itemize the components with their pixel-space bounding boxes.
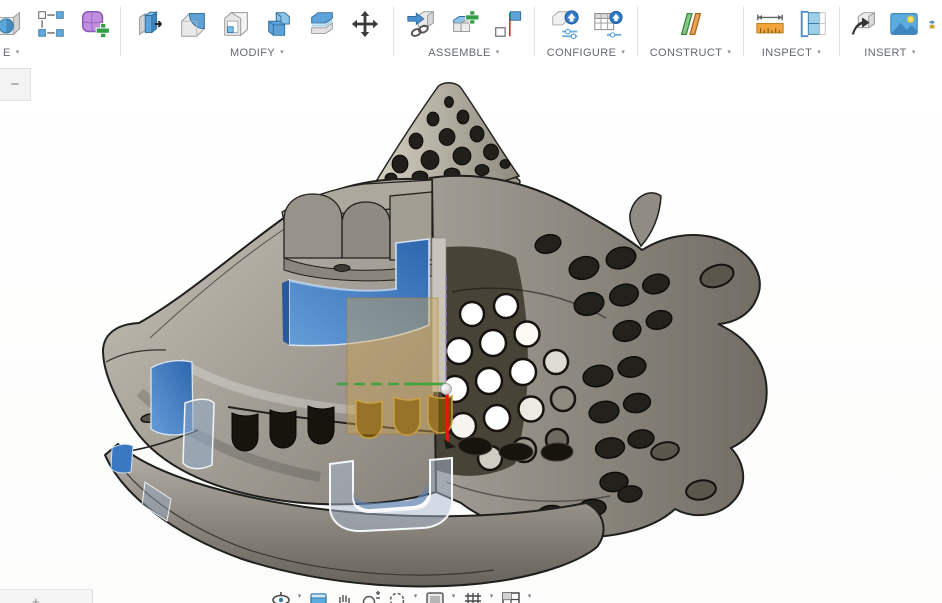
grid-and-snaps-icon[interactable]	[460, 587, 485, 603]
chevron-down-icon[interactable]: ▾	[448, 587, 459, 600]
chevron-down-icon[interactable]: ▾	[486, 587, 497, 600]
create-label-text: E	[3, 47, 11, 59]
construction-plane-icon[interactable]	[673, 6, 709, 42]
chevron-down-icon: ▾	[912, 48, 916, 56]
chevron-down-icon: ▾	[16, 48, 20, 56]
chevron-down-icon: ▾	[817, 48, 821, 56]
chevron-down-icon: ▾	[496, 48, 500, 56]
insert-component-icon[interactable]	[403, 6, 439, 42]
selection-overlay	[337, 276, 456, 449]
canvas-icon[interactable]	[887, 6, 921, 42]
zoom-icon[interactable]	[358, 587, 383, 603]
toolbar-group-insert: INSERT ▾	[840, 0, 940, 62]
viewports-icon[interactable]	[498, 587, 523, 603]
view-navigation-bar: ▾ ▾ ▾ ▾ ▾	[268, 587, 535, 603]
selected-face-edge[interactable]	[282, 280, 289, 345]
main-toolbar: E ▾	[0, 0, 942, 63]
create-form-icon[interactable]	[76, 6, 112, 42]
selected-face-left-small[interactable]	[111, 444, 133, 473]
orbit-icon[interactable]	[268, 587, 293, 603]
insert-fastener-icon[interactable]	[928, 6, 940, 42]
toolbar-group-construct-label[interactable]: CONSTRUCT ▾	[638, 44, 743, 62]
toolbar-group-assemble-label[interactable]: ASSEMBLE ▾	[394, 44, 534, 62]
joint-icon[interactable]	[489, 6, 525, 42]
toolbar-group-create: E ▾	[0, 0, 120, 62]
toolbar-group-inspect: INSPECT ▾	[744, 0, 839, 62]
derive-icon[interactable]	[846, 6, 880, 42]
look-at-icon[interactable]	[306, 587, 331, 603]
viewport-canvas[interactable]: − + ▾ ▾ ▾	[0, 62, 942, 603]
measure-icon[interactable]	[752, 6, 788, 42]
toolbar-group-insert-label[interactable]: INSERT ▾	[840, 44, 940, 62]
combine-icon[interactable]	[261, 6, 297, 42]
construct-label-text: CONSTRUCT	[650, 47, 723, 59]
model-perforated-plate[interactable]	[430, 176, 767, 538]
configure-icon[interactable]	[547, 6, 583, 42]
manipulator-origin-handle[interactable]	[441, 384, 452, 395]
chevron-down-icon: ▾	[727, 48, 731, 56]
chevron-down-icon[interactable]: ▾	[524, 587, 535, 600]
split-body-icon[interactable]	[304, 6, 340, 42]
toolbar-group-assemble: ASSEMBLE ▾	[394, 0, 534, 62]
shell-icon[interactable]	[218, 6, 254, 42]
selection-box-overlay	[347, 298, 438, 434]
timeline-expand-panel[interactable]: +	[0, 589, 93, 603]
move-icon[interactable]	[347, 6, 383, 42]
toolbar-group-modify: MODIFY ▾	[121, 0, 393, 62]
toolbar-group-modify-label[interactable]: MODIFY ▾	[121, 44, 393, 62]
fillet-icon[interactable]	[175, 6, 211, 42]
configuration-table-icon[interactable]	[590, 6, 626, 42]
chevron-down-icon: ▾	[621, 48, 625, 56]
new-component-icon[interactable]	[446, 6, 482, 42]
rectangular-pattern-icon[interactable]	[33, 6, 69, 42]
toolbar-group-configure: CONFIGURE ▾	[535, 0, 637, 62]
chevron-down-icon[interactable]: ▾	[294, 587, 305, 600]
toolbar-group-construct: CONSTRUCT ▾	[638, 0, 743, 62]
pan-icon[interactable]	[332, 587, 357, 603]
display-settings-icon[interactable]	[422, 587, 447, 603]
model-fin	[630, 193, 661, 246]
toolbar-group-create-label[interactable]: E ▾	[0, 44, 120, 62]
press-pull-icon[interactable]	[132, 6, 168, 42]
toolbar-group-configure-label[interactable]: CONFIGURE ▾	[535, 44, 637, 62]
chevron-down-icon: ▾	[280, 48, 284, 56]
assemble-label-text: ASSEMBLE	[428, 47, 491, 59]
timeline-expand-label: +	[32, 594, 40, 603]
inspect-label-text: INSPECT	[762, 47, 812, 59]
browser-collapse-button[interactable]: −	[0, 68, 31, 101]
chevron-down-icon[interactable]: ▾	[410, 587, 421, 600]
fit-icon[interactable]	[384, 587, 409, 603]
hole-icon[interactable]	[0, 6, 26, 42]
section-analysis-icon[interactable]	[795, 6, 831, 42]
preselect-face[interactable]	[183, 399, 214, 468]
configure-label-text: CONFIGURE	[547, 47, 617, 59]
modify-label-text: MODIFY	[230, 47, 275, 59]
toolbar-group-inspect-label[interactable]: INSPECT ▾	[744, 44, 839, 62]
insert-label-text: INSERT	[864, 47, 907, 59]
model-3d[interactable]	[0, 62, 942, 603]
fusion-window: E ▾	[0, 0, 942, 603]
